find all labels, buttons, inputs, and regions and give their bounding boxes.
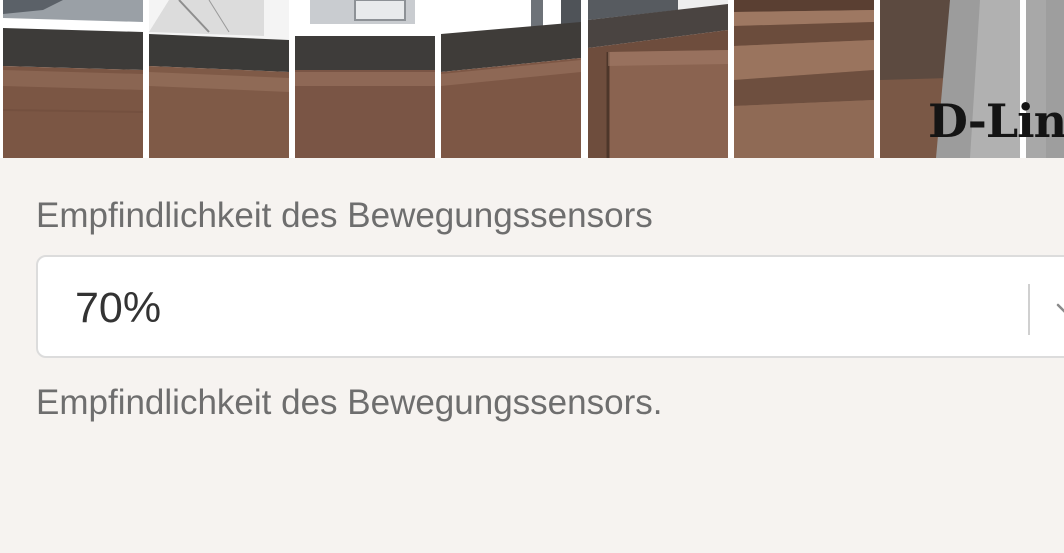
motion-settings-page: D-Link Empfindlichkeit des Bewegungssens… (0, 0, 1064, 553)
motion-sensitivity-select[interactable]: 70% (36, 255, 1064, 358)
detection-cell[interactable] (149, 0, 289, 158)
chevron-down-icon[interactable] (1054, 297, 1064, 321)
camera-preview-grid: D-Link (0, 0, 1064, 158)
detection-cell[interactable] (734, 0, 874, 158)
detection-cell[interactable] (588, 0, 728, 158)
motion-sensitivity-value: 70% (75, 284, 162, 332)
select-divider (1028, 284, 1030, 335)
detection-cell[interactable] (295, 0, 435, 158)
detection-cell[interactable] (441, 0, 581, 158)
camera-watermark-logo: D-Link (928, 94, 1064, 148)
detection-cell[interactable] (3, 0, 143, 158)
motion-sensitivity-label: Empfindlichkeit des Bewegungssensors (36, 196, 653, 235)
motion-sensitivity-help-text: Empfindlichkeit des Bewegungssensors. (36, 383, 663, 422)
